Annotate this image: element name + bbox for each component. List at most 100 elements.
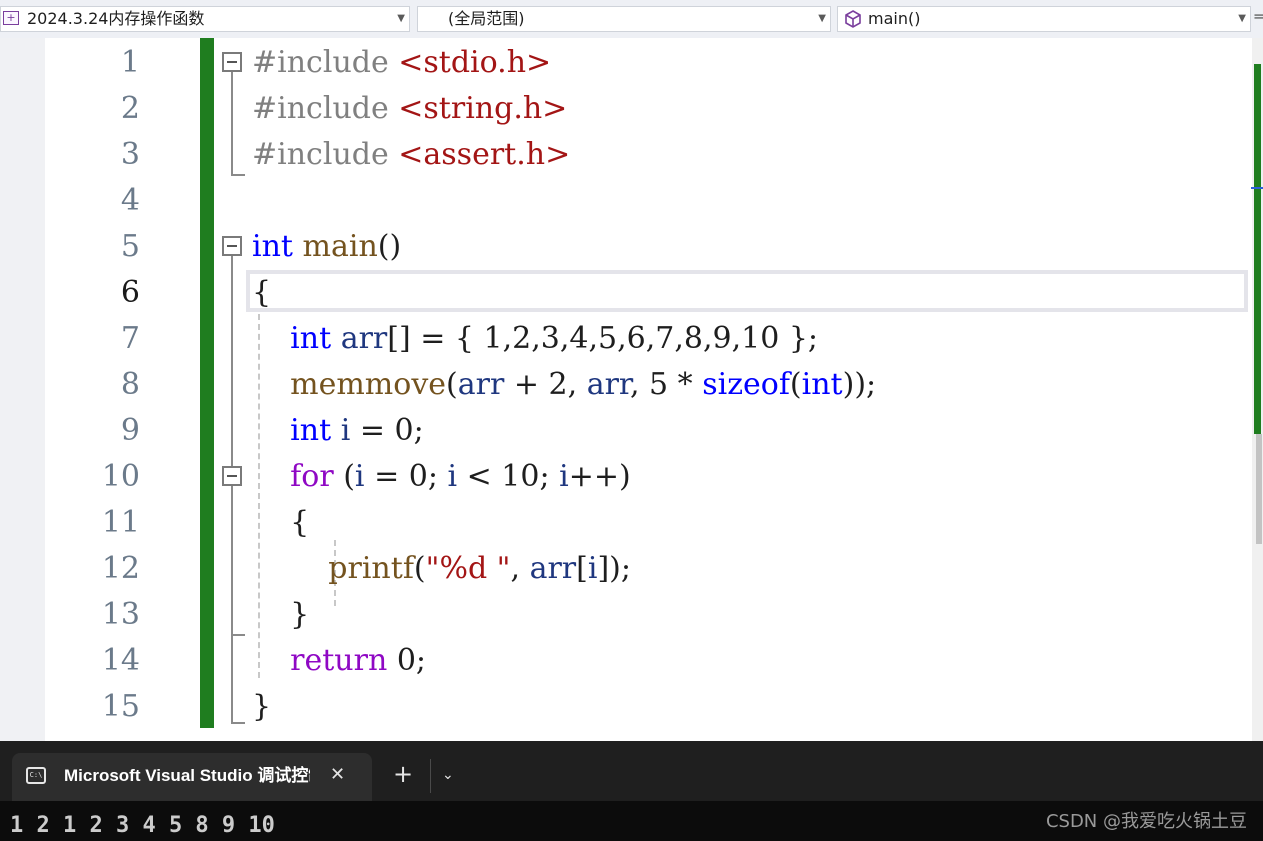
collapse-icon[interactable]	[222, 466, 242, 486]
chevron-down-icon[interactable]: ▼	[818, 7, 826, 31]
code-token: arr	[529, 551, 577, 586]
code-line[interactable]: }	[252, 592, 309, 638]
code-line[interactable]: #include <assert.h>	[252, 132, 570, 178]
close-icon[interactable]: ✕	[330, 763, 345, 787]
scope-dropdown-label: (全局范围)	[448, 9, 525, 28]
chevron-down-icon[interactable]: ▼	[1238, 7, 1246, 31]
code-token: main	[302, 229, 378, 264]
tab-divider	[430, 759, 431, 793]
project-dropdown[interactable]: + 2024.3.24内存操作函数 ▼	[0, 6, 410, 32]
code-line[interactable]: {	[252, 500, 309, 546]
code-token: [	[576, 551, 588, 586]
code-token: < 10;	[457, 459, 560, 494]
code-token: arr	[340, 321, 388, 356]
code-token: <string.h>	[398, 91, 568, 126]
watermark: CSDN @我爱吃火锅土豆	[1045, 811, 1247, 832]
code-token: i	[447, 459, 458, 494]
code-token: [] = { 1,2,3,4,5,6,7,8,9,10 };	[387, 321, 819, 356]
code-token: #include	[252, 137, 399, 172]
code-token: }	[252, 597, 310, 632]
code-token: (	[789, 367, 802, 402]
code-token: sizeof	[702, 367, 790, 402]
line-number: 15	[101, 689, 140, 724]
code-token: int	[252, 229, 293, 264]
console-icon: C:\	[26, 767, 46, 784]
code-line[interactable]: int i = 0;	[252, 408, 424, 454]
current-line-highlight	[246, 270, 1248, 312]
line-number: 7	[120, 321, 140, 356]
code-token: for	[290, 459, 334, 494]
collapse-icon[interactable]	[222, 52, 242, 72]
code-token: return	[290, 643, 388, 678]
outline-end	[231, 634, 245, 636]
line-number: 6	[120, 275, 140, 310]
code-line[interactable]: {	[252, 270, 271, 316]
line-number: 3	[120, 137, 140, 172]
line-number: 1	[120, 45, 140, 80]
member-dropdown[interactable]: main() ▼	[837, 6, 1251, 32]
project-dropdown-label: 2024.3.24内存操作函数	[27, 9, 205, 28]
scrollbar-caret-marker	[1251, 187, 1263, 189]
code-line[interactable]: }	[252, 684, 271, 730]
code-token: <stdio.h>	[398, 45, 552, 80]
new-tab-button[interactable]: +	[393, 760, 413, 788]
code-token: ]);	[597, 551, 631, 586]
collapse-icon[interactable]	[222, 236, 242, 256]
code-token: arr	[586, 367, 630, 402]
code-token: , 5 *	[629, 367, 703, 402]
outline-line	[231, 256, 233, 724]
code-token: ()	[377, 229, 402, 264]
chevron-down-icon[interactable]: ⌄	[442, 763, 454, 787]
indicator-margin	[0, 38, 45, 741]
line-number: 5	[120, 229, 140, 264]
code-token: #include	[252, 45, 399, 80]
code-token: {	[252, 505, 310, 540]
outline-end	[231, 722, 245, 724]
code-line[interactable]: int main()	[252, 224, 401, 270]
scrollbar-change-marker	[1254, 64, 1261, 434]
code-token: = 0;	[364, 459, 448, 494]
code-token: 0;	[387, 643, 427, 678]
code-line[interactable]: return 0;	[252, 638, 426, 684]
line-number: 10	[101, 459, 140, 494]
code-token: i	[559, 459, 569, 494]
chevron-down-icon[interactable]: ▼	[397, 7, 405, 31]
console-output: 1 2 1 2 3 4 5 8 9 10	[10, 813, 275, 838]
code-line[interactable]: printf("%d ", arr[i]);	[252, 546, 631, 592]
code-editor[interactable]: 1 2 3 4 5 6 7 8 9 10 11 12 13 14 15 #include <stdio.h>…	[0, 38, 1263, 741]
change-tracking-bar	[200, 38, 214, 728]
line-number: 2	[120, 91, 140, 126]
code-token: #include	[252, 91, 399, 126]
code-token: printf	[328, 551, 414, 586]
tab-debug-console[interactable]: C:\ Microsoft Visual Studio 调试控制台 ✕	[12, 753, 372, 801]
line-number: 4	[120, 183, 140, 218]
code-token: + 2,	[504, 367, 587, 402]
line-number: 13	[101, 597, 140, 632]
line-number: 8	[120, 367, 140, 402]
scope-dropdown[interactable]: (全局范围) ▼	[417, 6, 831, 32]
line-number: 14	[101, 643, 140, 678]
code-line[interactable]: #include <string.h>	[252, 86, 567, 132]
outline-end	[231, 174, 245, 176]
code-token: (	[413, 551, 426, 586]
code-line[interactable]: memmove(arr + 2, arr, 5 * sizeof(int));	[252, 362, 876, 408]
code-token: int	[290, 413, 332, 448]
code-line[interactable]: int arr[] = { 1,2,3,4,5,6,7,8,9,10 };	[252, 316, 818, 362]
code-line[interactable]: #include <stdio.h>	[252, 40, 551, 86]
code-token: memmove	[290, 367, 447, 402]
code-token: "%d "	[425, 551, 511, 586]
code-line[interactable]: for (i = 0; i < 10; i++)	[252, 454, 631, 500]
outline-line	[231, 72, 233, 176]
code-token: {	[252, 275, 272, 310]
code-token: i	[340, 413, 351, 448]
console-output-area[interactable]: 1 2 1 2 3 4 5 8 9 10 CSDN @我爱吃火锅土豆	[0, 801, 1263, 841]
split-icon[interactable]: =	[1253, 10, 1263, 24]
code-token: = 0;	[350, 413, 424, 448]
scrollbar-thumb[interactable]	[1256, 434, 1262, 544]
